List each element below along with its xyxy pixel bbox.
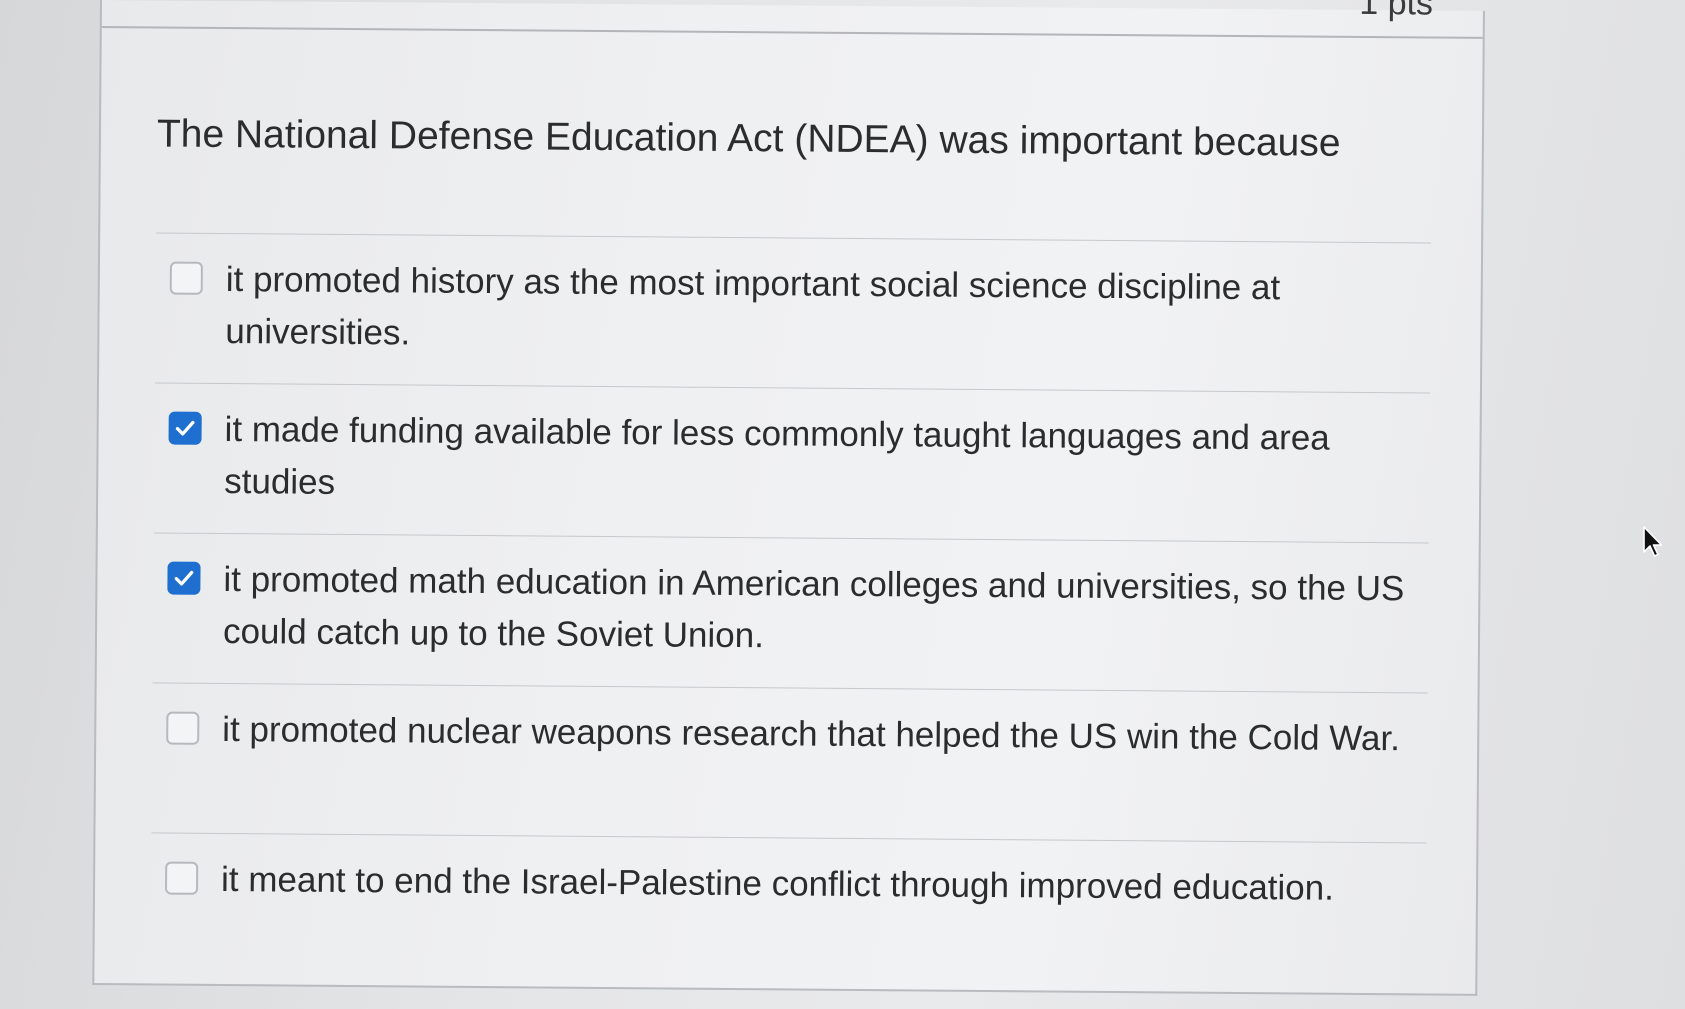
answer-checkbox-1[interactable] (169, 261, 203, 295)
question-header: 1 pts (101, 0, 1483, 39)
answer-option-3[interactable]: it promoted math education in American c… (152, 532, 1429, 693)
answer-label-4: it promoted nuclear weapons research tha… (222, 709, 1401, 759)
check-icon (174, 570, 194, 586)
quiz-page: 1 pts The National Defense Education Act… (0, 0, 1685, 1009)
answer-option-2[interactable]: it made funding available for less commo… (153, 382, 1430, 543)
answer-checkbox-4[interactable] (166, 711, 200, 745)
answer-option-5[interactable]: it meant to end the Israel-Palestine con… (150, 832, 1427, 963)
answer-checkbox-5[interactable] (164, 861, 199, 895)
mouse-pointer-icon (1643, 526, 1663, 557)
answer-checkbox-2[interactable] (168, 411, 202, 445)
answer-label-1: it promoted history as the most importan… (225, 259, 1281, 353)
question-card: 1 pts The National Defense Education Act… (92, 0, 1485, 996)
check-icon (175, 420, 195, 436)
answer-label-3: it promoted math education in American c… (222, 559, 1405, 656)
answer-checkbox-3[interactable] (167, 561, 201, 595)
answer-label-2: it made funding available for less commo… (224, 409, 1330, 502)
question-text: The National Defense Education Act (NDEA… (156, 112, 1341, 165)
points-label: 1 pts (1359, 0, 1434, 23)
answer-option-4[interactable]: it promoted nuclear weapons research tha… (151, 682, 1428, 843)
answer-option-1[interactable]: it promoted history as the most importan… (154, 232, 1432, 393)
answer-label-5: it meant to end the Israel-Palestine con… (220, 859, 1335, 908)
answer-list: it promoted history as the most importan… (150, 232, 1432, 963)
